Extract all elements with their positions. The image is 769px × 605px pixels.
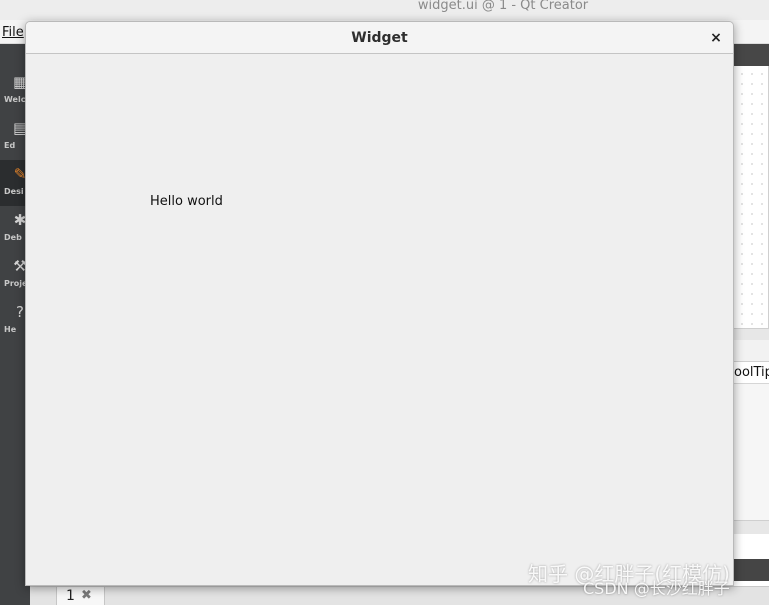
property-tooltip-row[interactable]: oolTip	[734, 362, 769, 384]
widget-titlebar[interactable]: Widget ×	[26, 22, 733, 54]
mode-welcome-label: Welc	[4, 95, 26, 104]
qt-creator-title: widget.ui @ 1 - Qt Creator	[417, 0, 589, 13]
mode-edit-label: Ed	[4, 141, 16, 150]
canvas-scrollbar[interactable]	[734, 328, 769, 340]
output-tab-number: 1	[66, 588, 75, 604]
mode-design-label: Desi	[4, 187, 24, 196]
designer-toolbar	[734, 44, 769, 66]
close-button[interactable]: ×	[708, 30, 724, 46]
output-pane-bar	[734, 559, 769, 581]
output-tab[interactable]: 1 ✖	[56, 587, 105, 605]
mode-help-label: He	[4, 325, 17, 334]
property-editor-header	[734, 340, 769, 362]
hello-world-label: Hello world	[150, 194, 223, 209]
property-editor-body	[734, 384, 769, 520]
qt-creator-titlebar: widget.ui @ 1 - Qt Creator	[0, 0, 769, 20]
close-icon[interactable]: ✖	[81, 588, 92, 603]
widget-title: Widget	[351, 30, 408, 46]
mode-debug-label: Deb	[4, 233, 22, 242]
property-editor-scrollbar[interactable]	[734, 520, 769, 534]
widget-window: Widget × Hello world	[25, 21, 734, 586]
menu-file[interactable]: File	[2, 25, 24, 40]
form-canvas[interactable]	[734, 66, 769, 328]
watermark-csdn: CSDN @长沙红胖子	[583, 579, 730, 598]
mode-projects-label: Proje	[4, 279, 28, 288]
